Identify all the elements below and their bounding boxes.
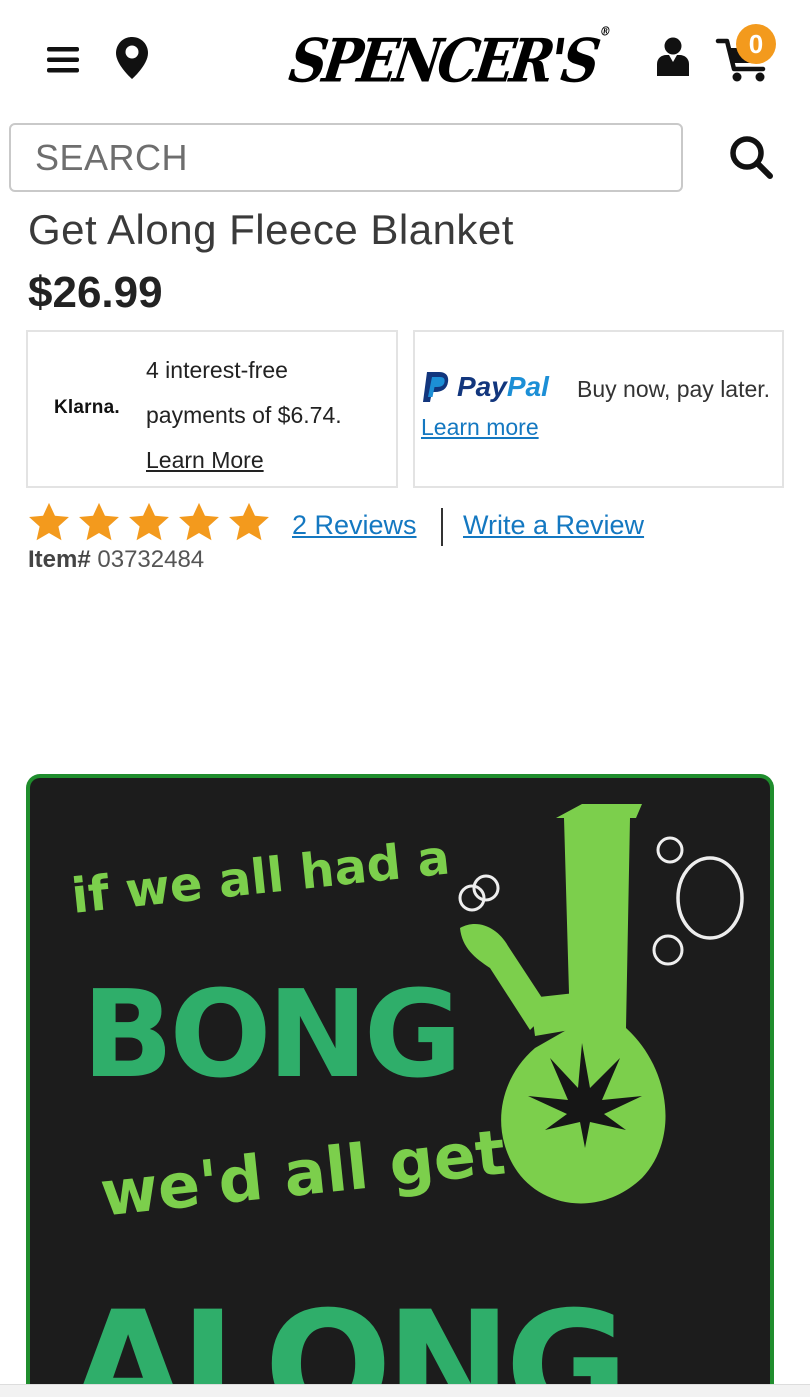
blanket-line-2: BONG [82, 966, 458, 1105]
star-icon [29, 502, 69, 541]
paypal-logo-pal: Pal [506, 371, 549, 402]
logo-text: SPENCER'S [285, 26, 601, 97]
blanket-line-3: we'd all get [97, 1116, 509, 1231]
star-icon [129, 502, 169, 541]
search-input[interactable] [9, 123, 683, 192]
paypal-logo-pay: Pay [457, 371, 507, 402]
item-number-label: Item# [28, 546, 91, 573]
cart-count-badge[interactable]: 0 [736, 24, 776, 64]
product-image[interactable]: if we all had a BONG we'd all get ALONG [26, 774, 774, 1397]
star-icon [179, 502, 219, 541]
reviews-count-link[interactable]: 2 Reviews [292, 510, 417, 541]
item-number: Item# 03732484 [28, 546, 204, 574]
product-title: Get Along Fleece Blanket [28, 206, 514, 253]
paypal-p-icon [423, 372, 449, 402]
klarna-line-2: payments of $6.74. [146, 402, 342, 428]
registered-mark: ® [598, 24, 612, 39]
klarna-payment-box: Klarna. 4 interest-free payments of $6.7… [26, 330, 398, 488]
site-header: SPENCER'S® 0 [0, 0, 810, 118]
klarna-logo: Klarna. [54, 397, 120, 418]
klarna-line-1: 4 interest-free [146, 357, 288, 383]
blanket-line-4: ALONG [70, 1280, 623, 1397]
klarna-learn-more-link[interactable]: Learn More [146, 447, 264, 473]
location-pin-icon[interactable] [108, 32, 156, 84]
star-icon [79, 502, 119, 541]
product-price: $26.99 [28, 268, 163, 317]
spencers-logo[interactable]: SPENCER'S® [282, 7, 612, 117]
bottom-scroll-edge [0, 1384, 810, 1397]
paypal-tagline: Buy now, pay later. [577, 376, 771, 402]
paypal-logo: PayPal [421, 370, 549, 404]
star-icon [229, 502, 269, 541]
ratings-divider [441, 508, 443, 546]
klarna-info: 4 interest-free payments of $6.74. Learn… [146, 348, 342, 483]
blanket-line-1: if we all had a [69, 829, 452, 924]
menu-icon[interactable] [40, 38, 86, 82]
star-rating[interactable] [26, 500, 272, 546]
paypal-payment-box: PayPal Buy now, pay later. Learn more [413, 330, 784, 488]
account-icon[interactable] [650, 32, 696, 82]
paypal-learn-more-link[interactable]: Learn more [421, 414, 539, 441]
write-review-link[interactable]: Write a Review [463, 510, 644, 541]
item-number-value: 03732484 [97, 546, 205, 573]
search-icon[interactable] [722, 128, 780, 186]
